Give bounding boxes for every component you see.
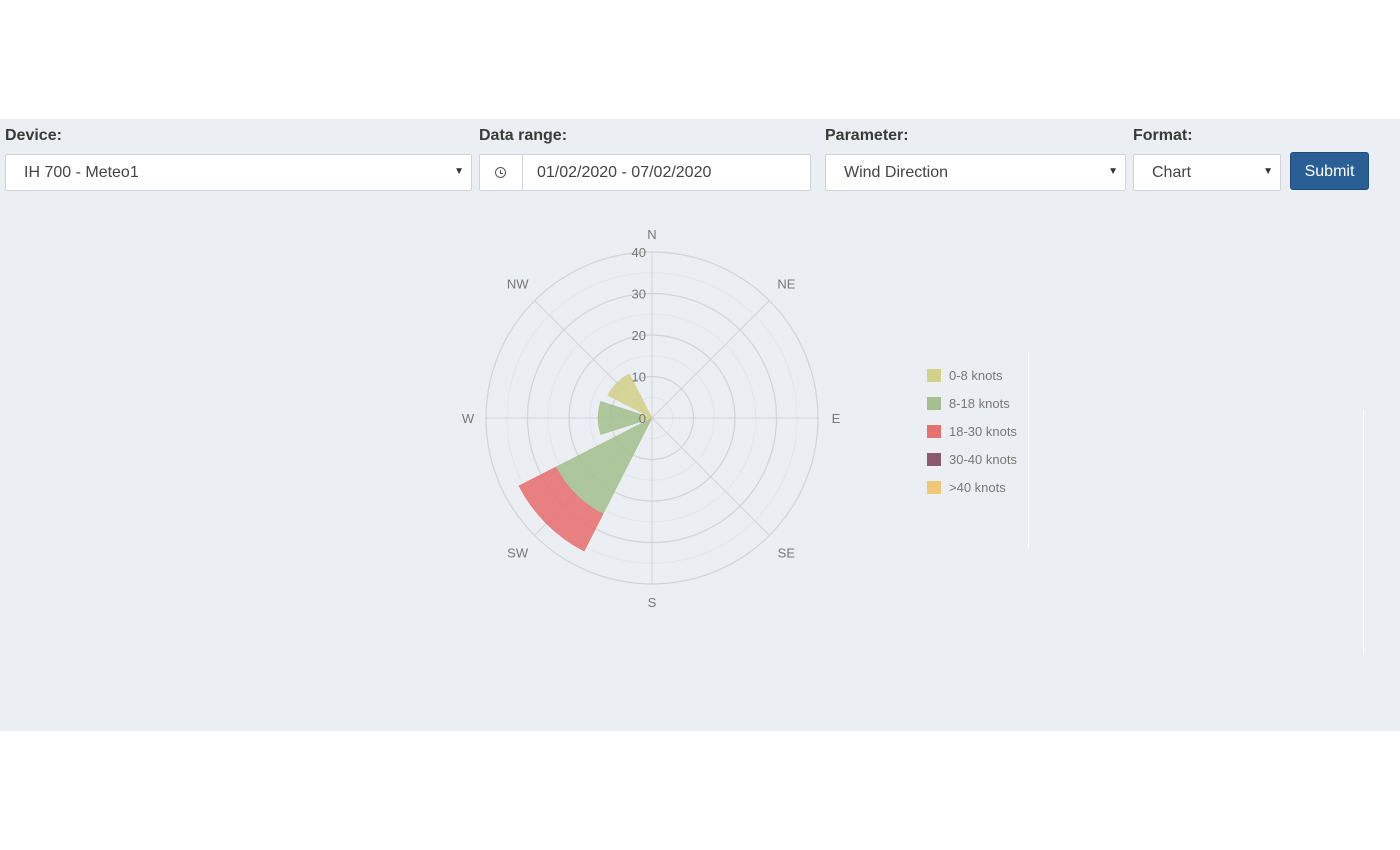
legend-swatch: [927, 453, 941, 466]
wind-rose-chart: 0 10 20 30 40N NE E SE S SW W NW 0-8 knots 8-18 knot…: [462, 227, 1018, 610]
radial-tick-label: 30: [632, 287, 646, 302]
legend-label: 30-40 knots: [949, 452, 1017, 467]
grid-spoke: [651, 417, 770, 536]
grid-spoke: [651, 300, 770, 419]
legend-swatch: [927, 481, 941, 494]
direction-label: NW: [507, 277, 529, 292]
legend-label: 0-8 knots: [949, 368, 1003, 383]
legend-label: 18-30 knots: [949, 424, 1017, 439]
radial-tick-label: 0: [639, 411, 646, 426]
direction-label: SE: [778, 545, 796, 560]
chart-bars: [518, 373, 653, 552]
radial-tick-label: 20: [632, 328, 646, 343]
legend-label: 8-18 knots: [949, 396, 1010, 411]
direction-label: NE: [777, 277, 795, 292]
legend-label: >40 knots: [949, 480, 1006, 495]
legend-swatch: [927, 425, 941, 438]
radial-tick-label: 10: [632, 370, 646, 385]
direction-label: W: [462, 411, 475, 426]
chart-legend: 0-8 knots 8-18 knots 18-30 knots 30-40 knot…: [927, 368, 1017, 495]
radial-tick-label: 40: [632, 245, 646, 260]
direction-label: SW: [507, 545, 529, 560]
legend-swatch: [927, 369, 941, 382]
direction-label: E: [832, 411, 841, 426]
legend-swatch: [927, 397, 941, 410]
direction-label: S: [648, 595, 657, 610]
direction-label: N: [647, 227, 656, 242]
